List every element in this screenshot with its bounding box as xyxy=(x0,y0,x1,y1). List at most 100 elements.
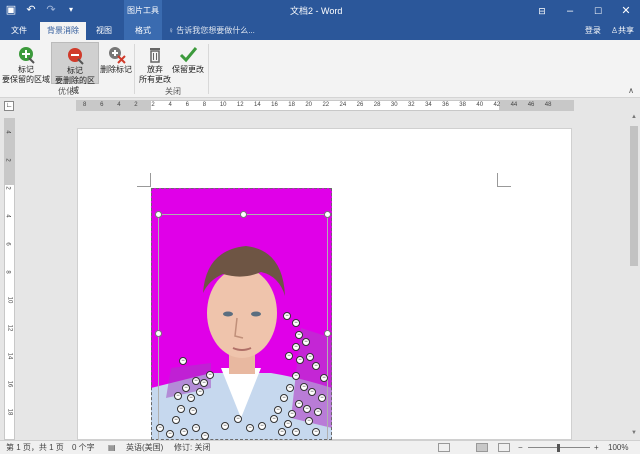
word-count[interactable]: 0 个字 xyxy=(72,441,95,454)
resize-handle-right[interactable] xyxy=(324,330,331,337)
remove-mark-icon[interactable]: − xyxy=(320,374,328,382)
tell-me-box[interactable]: ♀ 告诉我您想要做什么... xyxy=(168,22,255,40)
horizontal-ruler[interactable]: 8 6 4 2 2 4 6 8 10 12 14 16 18 20 22 24 26 28 30 32 34 36 38 40… xyxy=(76,100,574,111)
track-changes-status[interactable]: 修订: 关闭 xyxy=(174,441,210,454)
remove-mark-icon[interactable]: − xyxy=(305,417,313,425)
remove-mark-icon[interactable]: − xyxy=(292,319,300,327)
remove-mark-icon[interactable]: − xyxy=(312,362,320,370)
ruler-bar: ∟ 8 6 4 2 2 4 6 8 10 12 14 16 18 20 22 24 26 28 30 32 34 36 38… xyxy=(0,98,640,114)
remove-mark-icon[interactable]: − xyxy=(318,394,326,402)
remove-mark-icon[interactable]: − xyxy=(182,384,190,392)
vertical-ruler[interactable]: 4 2 2 4 6 8 10 12 14 16 18 xyxy=(4,118,15,440)
ruler-tick-label: 16 xyxy=(271,102,278,108)
remove-mark-icon[interactable]: − xyxy=(288,410,296,418)
print-layout-icon[interactable] xyxy=(476,443,488,452)
keep-changes-button[interactable]: 保留更改 xyxy=(172,42,204,84)
remove-mark-icon[interactable]: − xyxy=(303,405,311,413)
group-separator xyxy=(134,44,135,94)
delete-mark-button[interactable]: 删除标记 xyxy=(100,42,132,84)
remove-mark-icon[interactable]: − xyxy=(300,383,308,391)
mark-areas-to-remove-button[interactable]: 标记 要删除的区域 xyxy=(51,42,99,95)
remove-mark-icon[interactable]: − xyxy=(308,388,316,396)
remove-mark-icon[interactable]: − xyxy=(221,422,229,430)
remove-mark-icon[interactable]: − xyxy=(189,407,197,415)
sign-in-link[interactable]: 登录 xyxy=(585,22,601,40)
remove-mark-icon[interactable]: − xyxy=(156,424,164,432)
remove-mark-icon[interactable]: − xyxy=(258,422,266,430)
collapse-ribbon-icon[interactable]: ∧ xyxy=(628,86,634,95)
ribbon-display-options-icon[interactable]: ⊟ xyxy=(528,0,556,22)
remove-mark-icon[interactable]: − xyxy=(286,384,294,392)
zoom-out-button[interactable]: − xyxy=(518,441,523,454)
maximize-icon[interactable]: ☐ xyxy=(584,0,612,22)
minimize-icon[interactable]: – xyxy=(556,0,584,22)
remove-mark-icon[interactable]: − xyxy=(295,331,303,339)
save-icon[interactable]: ▣ xyxy=(4,3,18,17)
remove-mark-icon[interactable]: − xyxy=(314,408,322,416)
customize-qat-icon[interactable]: ▾ xyxy=(64,3,78,17)
remove-mark-icon[interactable]: − xyxy=(192,424,200,432)
ruler-tick-label: 22 xyxy=(322,102,330,108)
language-status[interactable]: 英语(美国) xyxy=(126,441,163,454)
scroll-down-icon[interactable]: ▼ xyxy=(628,430,640,440)
remove-mark-icon[interactable]: − xyxy=(285,352,293,360)
discard-all-changes-button[interactable]: 放弃 所有更改 xyxy=(138,42,172,84)
tab-background-removal[interactable]: 背景消除 xyxy=(40,22,86,40)
remove-mark-icon[interactable]: − xyxy=(283,312,291,320)
tab-selector[interactable]: ∟ xyxy=(4,101,14,111)
web-layout-icon[interactable] xyxy=(498,443,510,452)
zoom-in-button[interactable]: + xyxy=(594,441,599,454)
remove-mark-icon[interactable]: − xyxy=(166,430,174,438)
remove-mark-icon[interactable]: − xyxy=(292,372,300,380)
remove-mark-icon[interactable]: − xyxy=(246,424,254,432)
scroll-thumb[interactable] xyxy=(630,126,638,266)
share-button[interactable]: ♙共享 xyxy=(611,22,634,40)
remove-mark-icon[interactable]: − xyxy=(306,353,314,361)
remove-mark-icon[interactable]: − xyxy=(312,428,320,436)
tab-format[interactable]: 格式 xyxy=(124,22,162,40)
remove-mark-icon[interactable]: − xyxy=(280,394,288,402)
mark-areas-to-keep-button[interactable]: 标记 要保留的区域 xyxy=(2,42,50,84)
resize-handle-top-left[interactable] xyxy=(155,211,162,218)
remove-mark-icon[interactable]: − xyxy=(292,428,300,436)
remove-mark-icon[interactable]: − xyxy=(292,343,300,351)
zoom-slider-thumb[interactable] xyxy=(557,444,560,452)
scroll-up-icon[interactable]: ▲ xyxy=(628,114,640,124)
remove-mark-icon[interactable]: − xyxy=(200,379,208,387)
close-icon[interactable]: ✕ xyxy=(612,0,640,22)
page-count[interactable]: 第 1 页，共 1 页 xyxy=(6,441,64,454)
remove-mark-icon[interactable]: − xyxy=(187,394,195,402)
remove-mark-icon[interactable]: − xyxy=(274,406,282,414)
zoom-level[interactable]: 100% xyxy=(608,441,628,454)
remove-mark-icon[interactable]: − xyxy=(179,357,187,365)
resize-handle-left[interactable] xyxy=(155,330,162,337)
vertical-scrollbar[interactable]: ▲ ▼ xyxy=(628,114,640,440)
crop-mark-top-left xyxy=(137,173,151,187)
remove-mark-icon[interactable]: − xyxy=(174,392,182,400)
ruler-tick-label: 6 xyxy=(100,102,104,108)
proofing-icon[interactable]: ▤ xyxy=(108,441,116,454)
remove-mark-icon[interactable]: − xyxy=(295,400,303,408)
window-title: 文档2 - Word xyxy=(290,6,343,16)
remove-mark-icon[interactable]: − xyxy=(206,371,214,379)
remove-mark-icon[interactable]: − xyxy=(296,356,304,364)
undo-icon[interactable]: ↶ xyxy=(24,3,38,17)
remove-mark-icon[interactable]: − xyxy=(196,388,204,396)
remove-mark-icon[interactable]: − xyxy=(234,415,242,423)
resize-handle-top-right[interactable] xyxy=(324,211,331,218)
ruler-tick-label: 4 xyxy=(4,130,11,134)
remove-mark-icon[interactable]: − xyxy=(284,420,292,428)
remove-mark-icon[interactable]: − xyxy=(201,432,209,440)
remove-mark-icon[interactable]: − xyxy=(302,338,310,346)
tab-view[interactable]: 视图 xyxy=(90,22,118,40)
remove-mark-icon[interactable]: − xyxy=(172,416,180,424)
remove-mark-icon[interactable]: − xyxy=(192,377,200,385)
remove-mark-icon[interactable]: − xyxy=(278,428,286,436)
tab-file[interactable]: 文件 xyxy=(6,22,32,40)
resize-handle-top[interactable] xyxy=(240,211,247,218)
remove-mark-icon[interactable]: − xyxy=(180,428,188,436)
redo-icon[interactable]: ↷ xyxy=(44,3,58,17)
remove-mark-icon[interactable]: − xyxy=(270,415,278,423)
read-mode-icon[interactable] xyxy=(438,443,450,452)
remove-mark-icon[interactable]: − xyxy=(177,405,185,413)
